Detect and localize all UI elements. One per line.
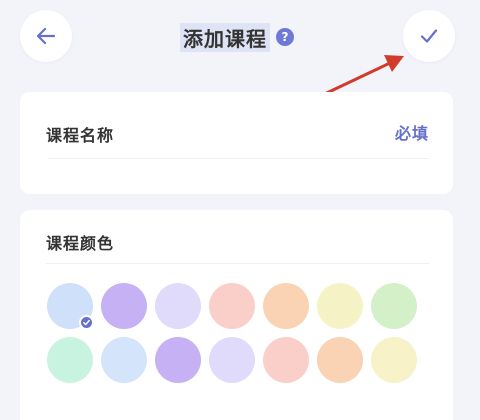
color-swatch[interactable] (209, 337, 255, 383)
color-swatch[interactable] (101, 337, 147, 383)
color-swatch[interactable] (155, 337, 201, 383)
color-swatch[interactable] (317, 283, 363, 329)
selected-check-icon (79, 315, 94, 330)
course-color-card: 课程颜色 (20, 210, 453, 420)
color-swatch[interactable] (47, 337, 93, 383)
name-divider (48, 158, 429, 159)
color-swatch[interactable] (101, 283, 147, 329)
color-swatch[interactable] (371, 337, 417, 383)
course-name-card: 课程名称 必填 (20, 92, 453, 194)
course-color-label: 课程颜色 (46, 234, 115, 253)
back-button[interactable] (20, 10, 72, 62)
color-swatch[interactable] (263, 283, 309, 329)
arrow-left-icon (36, 27, 56, 45)
confirm-button[interactable] (403, 10, 455, 62)
course-name-label: 课程名称 (46, 126, 115, 145)
header-bar: 添加课程 ? (0, 0, 480, 80)
course-name-input[interactable]: 必填 (395, 120, 429, 144)
color-divider (46, 263, 429, 264)
title-group: 添加课程 ? (180, 22, 294, 52)
color-swatch[interactable] (371, 283, 417, 329)
color-swatch[interactable] (263, 337, 309, 383)
help-icon[interactable]: ? (276, 28, 294, 46)
checkmark-icon (420, 29, 438, 43)
page-title: 添加课程 (180, 22, 270, 52)
color-swatch[interactable] (317, 337, 363, 383)
color-swatch[interactable] (155, 283, 201, 329)
color-swatch-grid (47, 283, 429, 383)
color-swatch[interactable] (47, 283, 94, 330)
color-swatch[interactable] (209, 283, 255, 329)
